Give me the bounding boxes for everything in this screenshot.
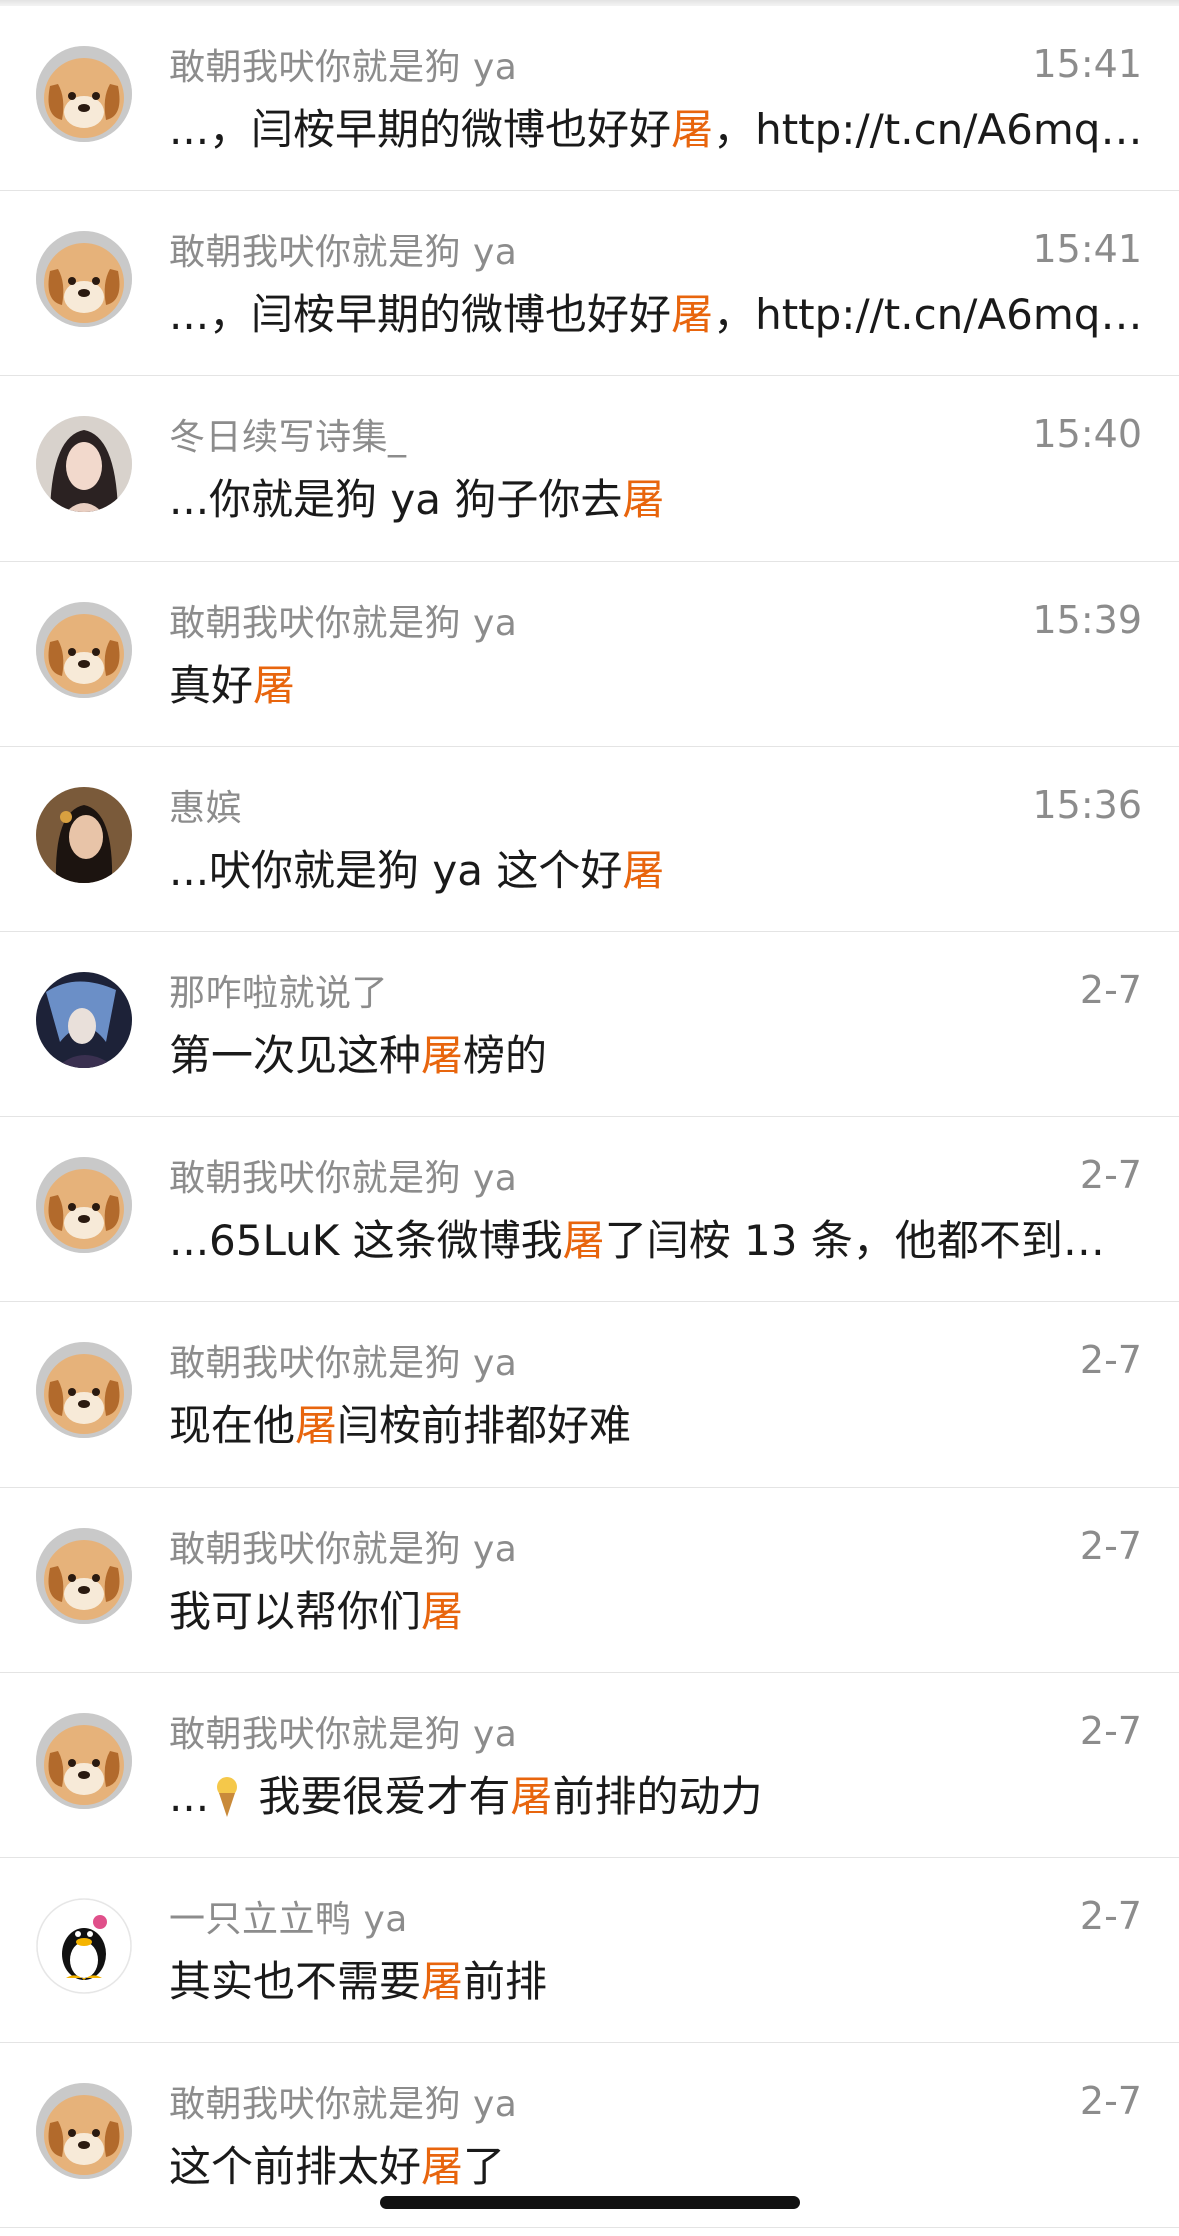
list-item[interactable]: 敢朝我吠你就是狗 ya 2-7... 我要很爱才有屠前排的动力: [0, 1673, 1179, 1858]
message-text-before: ...，闫桉早期的微博也好好: [169, 290, 672, 340]
user-name[interactable]: 敢朝我吠你就是狗 ya: [169, 1705, 517, 1757]
user-name[interactable]: 那咋啦就说了: [169, 964, 388, 1016]
message-text-before: 真好: [169, 660, 254, 710]
message-text: 现在他屠闫桉前排都好难: [169, 1392, 1143, 1453]
dog-avatar[interactable]: [36, 2083, 132, 2180]
highlighted-keyword: 屠: [671, 290, 714, 340]
timestamp: 2-7: [1079, 967, 1142, 1012]
message-text: 其实也不需要屠前排: [169, 1948, 1143, 2009]
message-text-after: ，http://t.cn/A6mqC...: [713, 290, 1143, 340]
message-text-after: 前排: [463, 1956, 548, 2006]
penguin-avatar[interactable]: [36, 1897, 132, 1994]
highlighted-keyword: 屠: [421, 1956, 464, 2006]
message-text-after: 了闫桉 13 条，他都不到我...: [604, 1216, 1143, 1266]
message-text-after: 前排的动力: [552, 1771, 763, 1821]
timestamp: 2-7: [1079, 1523, 1142, 1568]
message-text-before: ...，闫桉早期的微博也好好: [169, 105, 672, 154]
message-text-before: ...65LuK 这条微博我: [169, 1216, 563, 1266]
woman-avatar[interactable]: [36, 786, 132, 883]
user-name[interactable]: 敢朝我吠你就是狗 ya: [169, 2075, 517, 2127]
timestamp: 15:36: [1032, 782, 1142, 827]
message-text-before: 其实也不需要: [169, 1956, 422, 2006]
message-text: 真好屠: [169, 652, 1143, 713]
list-item[interactable]: 一只立立鸭 ya 2-7 其实也不需要屠前排: [0, 1858, 1179, 2044]
message-text: ...65LuK 这条微博我屠了闫桉 13 条，他都不到我...: [169, 1207, 1143, 1268]
message-text: ...，闫桉早期的微博也好好屠，http://t.cn/A6mqC...: [169, 96, 1143, 157]
dog-avatar[interactable]: [36, 1712, 132, 1809]
search-result-list: 敢朝我吠你就是狗 ya 15:41 ...，闫桉早期的微博也好好屠，http://t…: [0, 6, 1179, 2229]
list-item[interactable]: 敢朝我吠你就是狗 ya 2-7 ...65LuK 这条微博我屠了闫桉 13 条，他都…: [0, 1117, 1179, 1303]
message-text-after: 了: [463, 2142, 506, 2192]
dog-avatar[interactable]: [36, 231, 132, 328]
user-name[interactable]: 惠嫔: [169, 779, 242, 831]
message-text: 我可以帮你们屠: [169, 1578, 1143, 1639]
timestamp: 15:40: [1032, 412, 1142, 457]
highlighted-keyword: 屠: [622, 845, 665, 895]
list-item[interactable]: 敢朝我吠你就是狗 ya 2-7 现在他屠闫桉前排都好难: [0, 1302, 1179, 1488]
message-text-after: ，http://t.cn/A6mqC...: [713, 105, 1143, 154]
user-name[interactable]: 敢朝我吠你就是狗 ya: [169, 38, 517, 90]
message-text: 第一次见这种屠榜的: [169, 1022, 1143, 1083]
list-item[interactable]: 敢朝我吠你就是狗 ya 15:41 ...，闫桉早期的微博也好好屠，http://t…: [0, 6, 1179, 192]
user-name[interactable]: 敢朝我吠你就是狗 ya: [169, 223, 517, 275]
dog-avatar[interactable]: [36, 46, 132, 142]
message-text-before: ...吠你就是狗 ya 这个好: [169, 845, 623, 895]
anime-avatar[interactable]: [36, 971, 132, 1068]
list-item[interactable]: 惠嫔 15:36 ...吠你就是狗 ya 这个好屠: [0, 747, 1179, 932]
user-name[interactable]: 敢朝我吠你就是狗 ya: [169, 1149, 517, 1201]
list-item[interactable]: 敢朝我吠你就是狗 ya 15:39 真好屠: [0, 562, 1179, 747]
message-text-after: 榜的: [463, 1030, 548, 1080]
message-text: ...吠你就是狗 ya 这个好屠: [169, 837, 1143, 898]
user-name[interactable]: 敢朝我吠你就是狗 ya: [169, 594, 517, 646]
dog-avatar[interactable]: [36, 1342, 132, 1439]
message-text: ...，闫桉早期的微博也好好屠，http://t.cn/A6mqC...: [169, 281, 1143, 342]
highlighted-keyword: 屠: [253, 660, 296, 710]
timestamp: 2-7: [1079, 1708, 1142, 1753]
user-name[interactable]: 敢朝我吠你就是狗 ya: [169, 1334, 517, 1386]
message-text-before: 第一次见这种: [169, 1030, 422, 1080]
user-name[interactable]: 一只立立鸭 ya: [169, 1890, 408, 1942]
dog-avatar[interactable]: [36, 1527, 132, 1624]
highlighted-keyword: 屠: [562, 1216, 605, 1266]
home-indicator[interactable]: [380, 2196, 800, 2209]
message-text: ...你就是狗 ya 狗子你去屠: [169, 466, 1143, 527]
dog-avatar[interactable]: [36, 601, 132, 698]
timestamp: 2-7: [1079, 1153, 1142, 1198]
timestamp: 2-7: [1079, 2079, 1142, 2124]
user-name[interactable]: 敢朝我吠你就是狗 ya: [169, 1520, 517, 1572]
timestamp: 15:41: [1032, 227, 1142, 272]
dog-avatar[interactable]: [36, 1157, 132, 1254]
message-text: 这个前排太好屠了: [169, 2133, 1143, 2194]
list-item[interactable]: 冬日续写诗集_ 15:40 ...你就是狗 ya 狗子你去屠: [0, 376, 1179, 562]
list-item[interactable]: 敢朝我吠你就是狗 ya 15:41 ...，闫桉早期的微博也好好屠，http://t…: [0, 191, 1179, 377]
message-text-before: 我可以帮你们: [169, 1586, 422, 1636]
girl-avatar[interactable]: [36, 416, 132, 513]
timestamp: 2-7: [1079, 1338, 1142, 1383]
timestamp: 15:41: [1032, 42, 1142, 86]
list-item[interactable]: 那咋啦就说了 2-7 第一次见这种屠榜的: [0, 932, 1179, 1118]
timestamp: 2-7: [1079, 1893, 1142, 1938]
message-text: ... 我要很爱才有屠前排的动力: [169, 1763, 1143, 1824]
message-text-before: ...: [169, 1771, 210, 1821]
highlighted-keyword: 屠: [421, 2142, 464, 2192]
highlighted-keyword: 屠: [622, 475, 665, 525]
user-name[interactable]: 冬日续写诗集_: [169, 408, 407, 460]
list-item[interactable]: 敢朝我吠你就是狗 ya 2-7 我可以帮你们屠: [0, 1488, 1179, 1673]
message-text-before: 现在他: [169, 1401, 296, 1451]
highlighted-keyword: 屠: [510, 1771, 553, 1821]
message-text-before: 我要很爱才有: [245, 1771, 511, 1821]
message-text-before: ...你就是狗 ya 狗子你去: [169, 475, 623, 525]
highlighted-keyword: 屠: [421, 1586, 464, 1636]
highlighted-keyword: 屠: [671, 105, 714, 154]
highlighted-keyword: 屠: [421, 1030, 464, 1080]
message-text-after: 闫桉前排都好难: [337, 1401, 632, 1451]
highlighted-keyword: 屠: [295, 1401, 338, 1451]
ice-cream-emoji: [209, 1775, 245, 1819]
message-text-before: 这个前排太好: [169, 2142, 422, 2192]
timestamp: 15:39: [1032, 597, 1142, 642]
